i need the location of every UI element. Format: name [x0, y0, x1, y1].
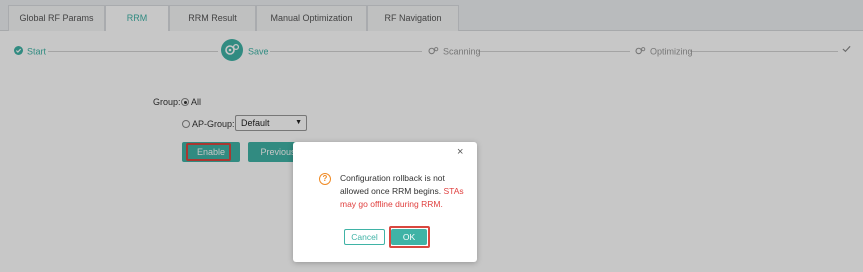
- dialog-message: Configuration rollback is not allowed on…: [340, 172, 470, 211]
- dialog-message-text: Configuration rollback is not allowed on…: [340, 173, 445, 196]
- ok-button-highlight: [389, 226, 430, 248]
- close-icon[interactable]: ×: [457, 146, 463, 158]
- cancel-button[interactable]: Cancel: [344, 229, 385, 245]
- question-warning-icon: ?: [319, 173, 331, 185]
- confirm-dialog: × ? Configuration rollback is not allowe…: [293, 142, 477, 262]
